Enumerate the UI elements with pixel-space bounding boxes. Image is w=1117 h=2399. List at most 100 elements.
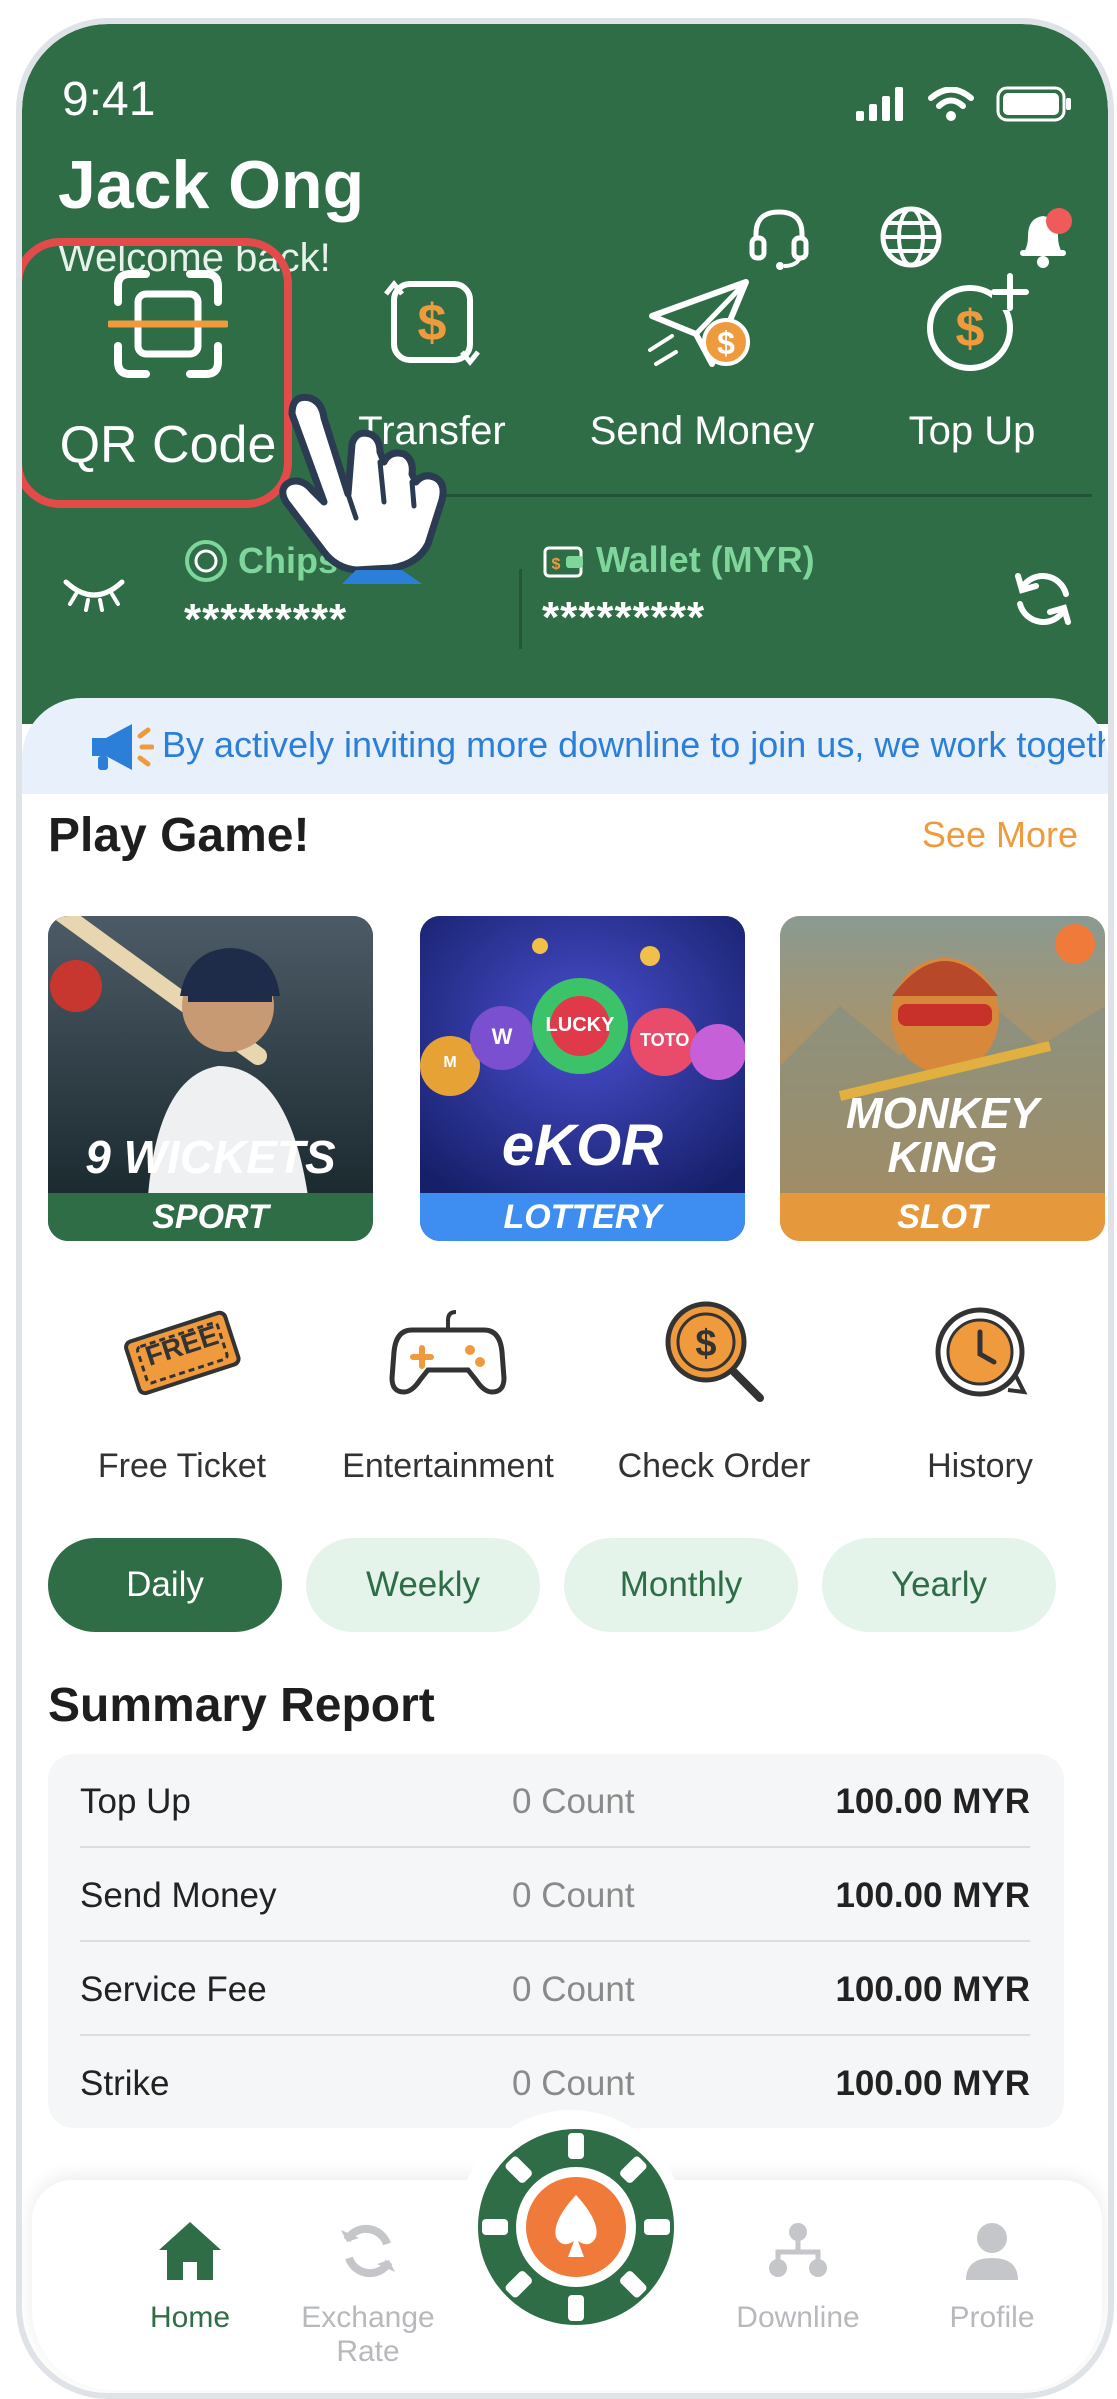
entertainment-button[interactable]: Entertainment xyxy=(318,1292,578,1486)
nav-downline[interactable]: Downline xyxy=(698,2220,898,2335)
summary-row-count: 0 Count xyxy=(512,1782,635,1821)
svg-text:$: $ xyxy=(552,556,561,573)
check-order-icon: $ xyxy=(665,1301,764,1402)
tab-daily[interactable]: Daily xyxy=(48,1538,282,1632)
history-label: History xyxy=(927,1447,1033,1485)
balance-separator xyxy=(519,569,522,649)
send-money-label: Send Money xyxy=(589,409,815,453)
summary-row-name: Strike xyxy=(80,2064,170,2103)
nav-exchange-label: Exchange Rate xyxy=(301,2301,435,2368)
nav-profile[interactable]: Profile xyxy=(892,2220,1092,2335)
free-ticket-label: Free Ticket xyxy=(97,1447,267,1485)
status-icons xyxy=(856,86,1072,122)
user-name: Jack Ong xyxy=(58,147,365,223)
refresh-icon[interactable] xyxy=(1008,564,1078,634)
summary-row-amount: 100.00 MYR xyxy=(835,1782,1030,1821)
summary-row-name: Send Money xyxy=(80,1876,277,1915)
game-category-sport: SPORT xyxy=(48,1193,373,1241)
lottery-ball-1: M xyxy=(443,1054,457,1071)
game-title-lottery: eKOR xyxy=(501,1113,664,1178)
see-more-link[interactable]: See More xyxy=(922,814,1078,856)
wallet-label-row: $ Wallet (MYR) xyxy=(542,539,815,581)
notification-dot xyxy=(1046,208,1072,234)
game-card-slot[interactable]: MONKEY KING SLOT xyxy=(780,916,1105,1241)
top-up-icon: $ xyxy=(927,273,1029,371)
top-up-button[interactable]: $ Top Up xyxy=(842,264,1102,454)
game-carousel: 9 WICKETS SPORT M W LUCKY TOTO eKOR LOTT… xyxy=(22,896,1108,1256)
battery-icon xyxy=(996,86,1071,122)
send-money-button[interactable]: $ Send Money xyxy=(572,264,832,454)
signal-icon xyxy=(856,87,903,121)
game-category-slot: SLOT xyxy=(780,1193,1105,1241)
status-time: 9:41 xyxy=(62,73,156,126)
profile-icon xyxy=(966,2223,1018,2280)
summary-row-count: 0 Count xyxy=(512,1876,635,1915)
globe-icon xyxy=(880,206,942,268)
history-icon xyxy=(935,1307,1028,1397)
header-actions xyxy=(744,202,1078,272)
check-order-label: Check Order xyxy=(617,1447,811,1485)
check-order-button[interactable]: $ Check Order xyxy=(584,1292,844,1486)
wallet-balance: $ Wallet (MYR) ********* xyxy=(542,539,815,643)
top-up-label: Top Up xyxy=(908,409,1036,453)
period-tabs: Daily Weekly Monthly Yearly xyxy=(48,1538,1098,1634)
support-button[interactable] xyxy=(744,202,814,272)
summary-row-amount: 100.00 MYR xyxy=(835,1876,1030,1915)
svg-text:$: $ xyxy=(418,294,447,352)
megaphone-icon xyxy=(92,724,154,770)
hide-balance-icon[interactable] xyxy=(62,574,126,614)
svg-text:$: $ xyxy=(717,325,735,361)
transfer-icon: $ xyxy=(384,279,480,367)
announcement-text: By actively inviting more downline to jo… xyxy=(162,724,1108,765)
wifi-icon xyxy=(928,87,974,121)
chips-value: ********* xyxy=(184,595,348,644)
language-button[interactable] xyxy=(876,202,946,272)
game-title-sport: 9 WICKETS xyxy=(85,1131,336,1183)
game-category-lottery: LOTTERY xyxy=(420,1193,745,1241)
wallet-value: ********* xyxy=(542,593,706,642)
entertainment-label: Entertainment xyxy=(342,1447,554,1485)
tab-yearly[interactable]: Yearly xyxy=(822,1538,1056,1632)
tab-weekly[interactable]: Weekly xyxy=(306,1538,540,1632)
exchange-icon xyxy=(341,2224,395,2278)
summary-row: Service Fee 0 Count 100.00 MYR xyxy=(48,1942,1064,2036)
balances: Chips ********* $ Wallet (MYR) ********* xyxy=(22,519,1108,669)
home-icon xyxy=(159,2222,221,2280)
game-card-lottery[interactable]: M W LUCKY TOTO eKOR LOTTERY xyxy=(420,916,745,1241)
lottery-ball-2: W xyxy=(491,1024,513,1049)
announcement-bar[interactable]: By actively inviting more downline to jo… xyxy=(22,698,1108,794)
svg-text:$: $ xyxy=(956,300,985,358)
gamepad-icon xyxy=(389,1310,507,1395)
play-game-title: Play Game! xyxy=(48,809,310,862)
qr-code-highlight xyxy=(22,238,292,508)
summary-row-name: Service Fee xyxy=(80,1970,267,2009)
poker-chip-button[interactable] xyxy=(476,2127,676,2327)
lottery-ball-4: TOTO xyxy=(640,1030,690,1050)
summary-row-amount: 100.00 MYR xyxy=(835,1970,1030,2009)
pointer-hand-icon xyxy=(279,393,447,584)
tab-monthly[interactable]: Monthly xyxy=(564,1538,798,1632)
summary-row: Send Money 0 Count 100.00 MYR xyxy=(48,1848,1064,1942)
chips-icon xyxy=(185,540,227,582)
svg-text:$: $ xyxy=(695,1323,716,1365)
free-ticket-button[interactable]: FREE Free Ticket xyxy=(52,1292,312,1486)
tool-shortcuts: FREE Free Ticket Entertainment $ Check O… xyxy=(22,1292,1108,1512)
wallet-icon: $ xyxy=(543,546,583,578)
wallet-label: Wallet (MYR) xyxy=(596,539,815,580)
send-money-icon: $ xyxy=(648,279,750,367)
phone-frame: 9:41 Jack Ong Welcome back! QR Code $ Tr… xyxy=(16,18,1114,2399)
summary-row: Top Up 0 Count 100.00 MYR xyxy=(48,1754,1064,1848)
summary-row-name: Top Up xyxy=(80,1782,191,1821)
nav-profile-label: Profile xyxy=(949,2301,1035,2334)
history-button[interactable]: History xyxy=(850,1292,1108,1486)
nav-downline-label: Downline xyxy=(736,2301,860,2334)
downline-icon xyxy=(769,2223,827,2277)
nav-exchange-rate[interactable]: Exchange Rate xyxy=(268,2220,468,2369)
summary-table: Top Up 0 Count 100.00 MYR Send Money 0 C… xyxy=(48,1754,1064,2128)
nav-home[interactable]: Home xyxy=(90,2220,290,2335)
summary-row-amount: 100.00 MYR xyxy=(835,2064,1030,2103)
notifications-button[interactable] xyxy=(1008,202,1078,272)
game-title-slot: MONKEY KING xyxy=(845,1089,1040,1182)
summary-title: Summary Report xyxy=(48,1679,435,1732)
game-card-sport[interactable]: 9 WICKETS SPORT xyxy=(48,916,373,1241)
